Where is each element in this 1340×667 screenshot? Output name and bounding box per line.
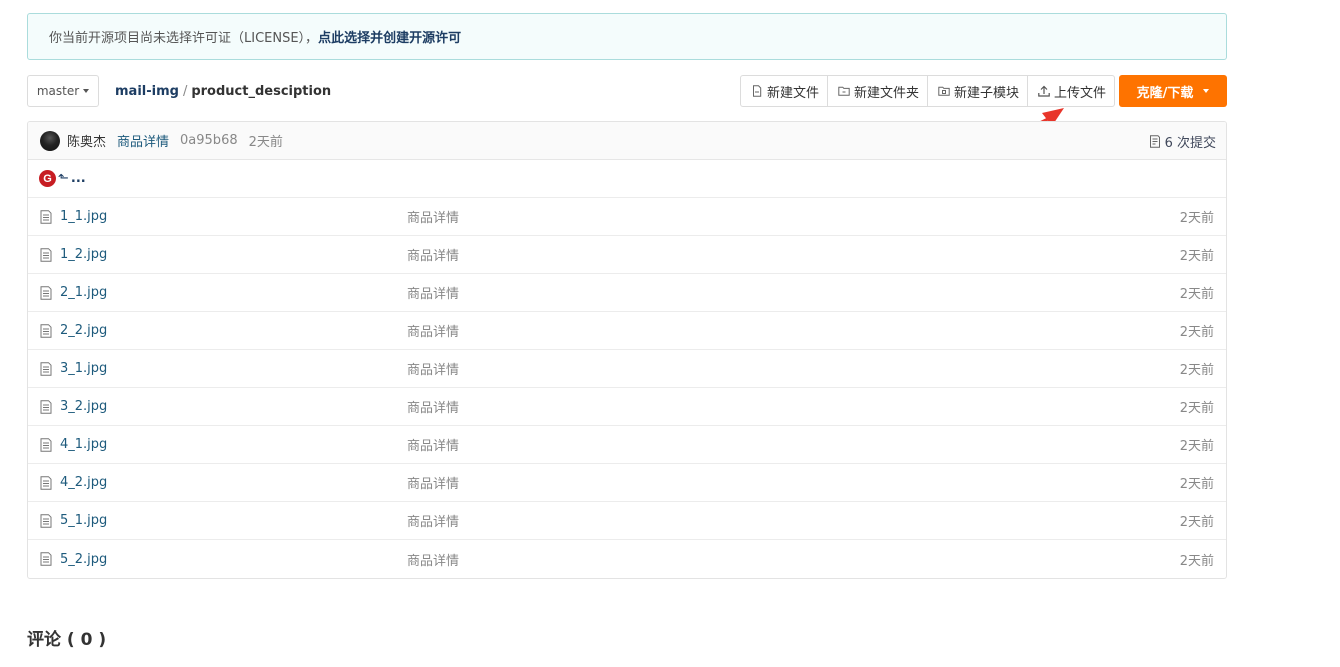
repo-toolbar: master mail-img / product_desciption 新建文… [27,75,1227,107]
commits-icon [1149,134,1160,148]
table-row[interactable]: 2_2.jpg 商品详情 2天前 [28,312,1226,350]
file-commit-message[interactable]: 商品详情 [407,321,459,340]
comments-heading: 评论 ( 0 ) [27,630,107,650]
file-commit-time: 2天前 [1179,439,1214,454]
file-commit-time: 2天前 [1179,553,1214,569]
file-commit-time: 2天前 [1179,211,1214,226]
file-name-link[interactable]: 5_1.jpg [60,513,107,528]
commit-count-label: 6 次提交 [1164,135,1216,151]
table-row[interactable]: 5_1.jpg 商品详情 2天前 [28,502,1226,540]
file-name-link[interactable]: 3_2.jpg [60,399,107,414]
file-commit-time: 2天前 [1179,515,1214,530]
new-file-label: 新建文件 [766,85,819,101]
file-commit-message[interactable]: 商品详情 [407,283,459,302]
breadcrumb-current-dir: product_desciption [191,83,332,99]
file-commit-time: 2天前 [1179,477,1214,492]
branch-name: master [36,84,80,98]
commit-count-link[interactable]: 6 次提交 [1149,122,1216,160]
table-row[interactable]: 3_1.jpg 商品详情 2天前 [28,350,1226,388]
table-row[interactable]: 4_2.jpg 商品详情 2天前 [28,464,1226,502]
file-icon [752,85,762,97]
file-commit-message[interactable]: 商品详情 [407,435,459,454]
file-icon [40,514,52,528]
file-name-link[interactable]: 5_2.jpg [60,552,107,567]
table-row[interactable]: 1_2.jpg 商品详情 2天前 [28,236,1226,274]
branch-selector[interactable]: master [27,75,99,107]
file-icon [40,248,52,262]
file-icon [40,362,52,376]
submodule-icon [938,86,950,96]
file-name-link[interactable]: 2_1.jpg [60,285,107,300]
clone-download-label: 克隆/下载 [1136,85,1194,101]
file-action-buttons: 新建文件 新建文件夹 新建子模块 上传文件 [739,75,1115,107]
file-commit-message[interactable]: 商品详情 [407,207,459,226]
file-commit-time: 2天前 [1179,287,1214,302]
upload-icon [1038,85,1050,97]
file-icon [40,324,52,338]
clone-download-button[interactable]: 克隆/下载 [1119,75,1227,107]
file-commit-message[interactable]: 商品详情 [407,550,459,569]
back-arrow-icon[interactable]: ⬑ [58,171,69,186]
commit-author[interactable]: 陈奥杰 [67,131,106,150]
breadcrumb-repo-link[interactable]: mail-img [115,84,179,99]
file-commit-time: 2天前 [1179,325,1214,340]
file-icon [40,400,52,414]
commit-sha-link[interactable]: 0a95b68 [180,133,238,148]
upload-file-label: 上传文件 [1053,85,1106,101]
file-commit-message[interactable]: 商品详情 [407,473,459,492]
table-row[interactable]: 4_1.jpg 商品详情 2天前 [28,426,1226,464]
file-icon [40,438,52,452]
commit-time: 2天前 [248,135,283,150]
new-folder-button[interactable]: 新建文件夹 [826,75,928,107]
file-name-link[interactable]: 4_2.jpg [60,475,107,490]
table-row[interactable]: 3_2.jpg 商品详情 2天前 [28,388,1226,426]
file-commit-time: 2天前 [1179,249,1214,264]
table-row[interactable]: 5_2.jpg 商品详情 2天前 [28,540,1226,578]
file-commit-time: 2天前 [1179,401,1214,416]
avatar[interactable] [40,130,60,151]
file-commit-message[interactable]: 商品详情 [407,245,459,264]
gitee-logo-icon: G [39,170,56,187]
file-name-link[interactable]: 4_1.jpg [60,437,107,452]
new-file-button[interactable]: 新建文件 [739,75,828,107]
file-commit-time: 2天前 [1179,363,1214,378]
file-table: 陈奥杰 商品详情 0a95b68 2天前 6 次提交 G ⬑ ... 1_1.j… [27,121,1227,579]
new-submodule-button[interactable]: 新建子模块 [926,75,1028,107]
parent-dir-link[interactable]: ... [71,171,86,186]
file-list: 1_1.jpg 商品详情 2天前 1_2.jpg 商品详情 2天前 2_1.jpg 商品详情 2… [28,198,1226,578]
file-icon [40,476,52,490]
file-icon [40,552,52,566]
table-row[interactable]: 2_1.jpg 商品详情 2天前 [28,274,1226,312]
file-name-link[interactable]: 1_1.jpg [60,209,107,224]
file-commit-message[interactable]: 商品详情 [407,511,459,530]
file-icon [40,286,52,300]
latest-commit-bar: 陈奥杰 商品详情 0a95b68 2天前 6 次提交 [28,122,1226,160]
file-name-link[interactable]: 3_1.jpg [60,361,107,376]
license-notice: 你当前开源项目尚未选择许可证（LICENSE）， 点此选择并创建开源许可 [27,13,1227,60]
new-submodule-label: 新建子模块 [953,85,1019,101]
file-name-link[interactable]: 1_2.jpg [60,247,107,262]
file-commit-message[interactable]: 商品详情 [407,397,459,416]
caret-down-icon [83,89,90,93]
file-name-link[interactable]: 2_2.jpg [60,323,107,338]
upload-file-button[interactable]: 上传文件 [1026,75,1115,107]
folder-icon [838,86,850,96]
commit-message-link[interactable]: 商品详情 [117,131,169,150]
file-commit-message[interactable]: 商品详情 [407,359,459,378]
table-row[interactable]: 1_1.jpg 商品详情 2天前 [28,198,1226,236]
license-notice-text: 你当前开源项目尚未选择许可证（LICENSE）， [49,31,319,46]
breadcrumb: mail-img / product_desciption [115,75,331,107]
new-folder-label: 新建文件夹 [853,85,919,101]
caret-down-icon [1203,89,1210,93]
breadcrumb-separator: / [182,83,188,99]
create-license-link[interactable]: 点此选择并创建开源许可 [318,27,461,46]
parent-dir-row[interactable]: G ⬑ ... [28,160,1226,198]
file-icon [40,210,52,224]
